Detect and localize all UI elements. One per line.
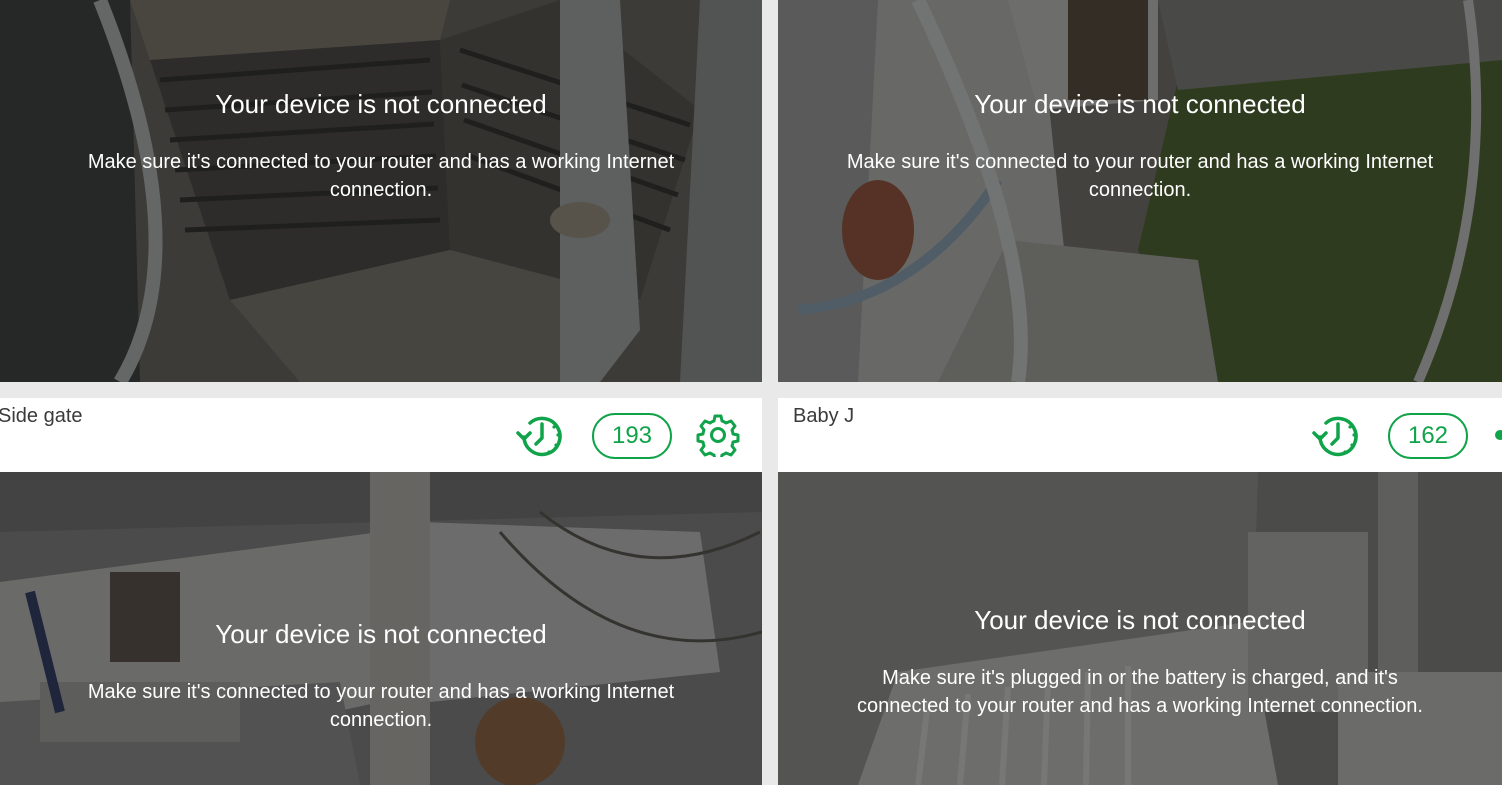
camera-feed[interactable]: Your device is not connected Make sure i… [778,0,1502,382]
event-count-badge[interactable]: 193 [592,413,672,459]
offline-message-block: Your device is not connected Make sure i… [778,604,1502,720]
history-icon[interactable] [1312,413,1362,459]
camera-tile-side-gate: Side gate 193 Your device is not connect… [0,398,762,785]
offline-title: Your device is not connected [974,89,1306,119]
offline-description: Make sure it's connected to your router … [87,151,675,201]
settings-icon-partial[interactable] [1495,430,1502,440]
offline-title: Your device is not connected [215,619,547,649]
gear-icon[interactable] [696,413,740,457]
camera-feed[interactable]: Your device is not connected Make sure i… [0,0,762,382]
camera-header: Side gate 193 [0,398,762,472]
offline-description: Make sure it's connected to your router … [846,151,1434,201]
offline-message-block: Your device is not connected Make sure i… [0,88,762,204]
offline-description: Make sure it's connected to your router … [87,681,675,731]
camera-feed[interactable]: Your device is not connected Make sure i… [0,472,762,785]
event-count-badge[interactable]: 162 [1388,413,1468,459]
camera-header: Baby J 162 [778,398,1502,472]
history-icon[interactable] [516,413,566,459]
camera-feed[interactable]: Your device is not connected Make sure i… [778,472,1502,785]
camera-tile-top-right: Your device is not connected Make sure i… [778,0,1502,382]
camera-tile-top-left: Your device is not connected Make sure i… [0,0,762,382]
offline-message-block: Your device is not connected Make sure i… [778,88,1502,204]
camera-tile-baby-j: Baby J 162 Your device is not connected … [778,398,1502,785]
offline-title: Your device is not connected [974,605,1306,635]
offline-title: Your device is not connected [215,89,547,119]
offline-description: Make sure it's plugged in or the battery… [857,667,1423,717]
camera-name: Side gate [0,405,83,427]
offline-message-block: Your device is not connected Make sure i… [0,618,762,734]
camera-name: Baby J [793,405,855,427]
